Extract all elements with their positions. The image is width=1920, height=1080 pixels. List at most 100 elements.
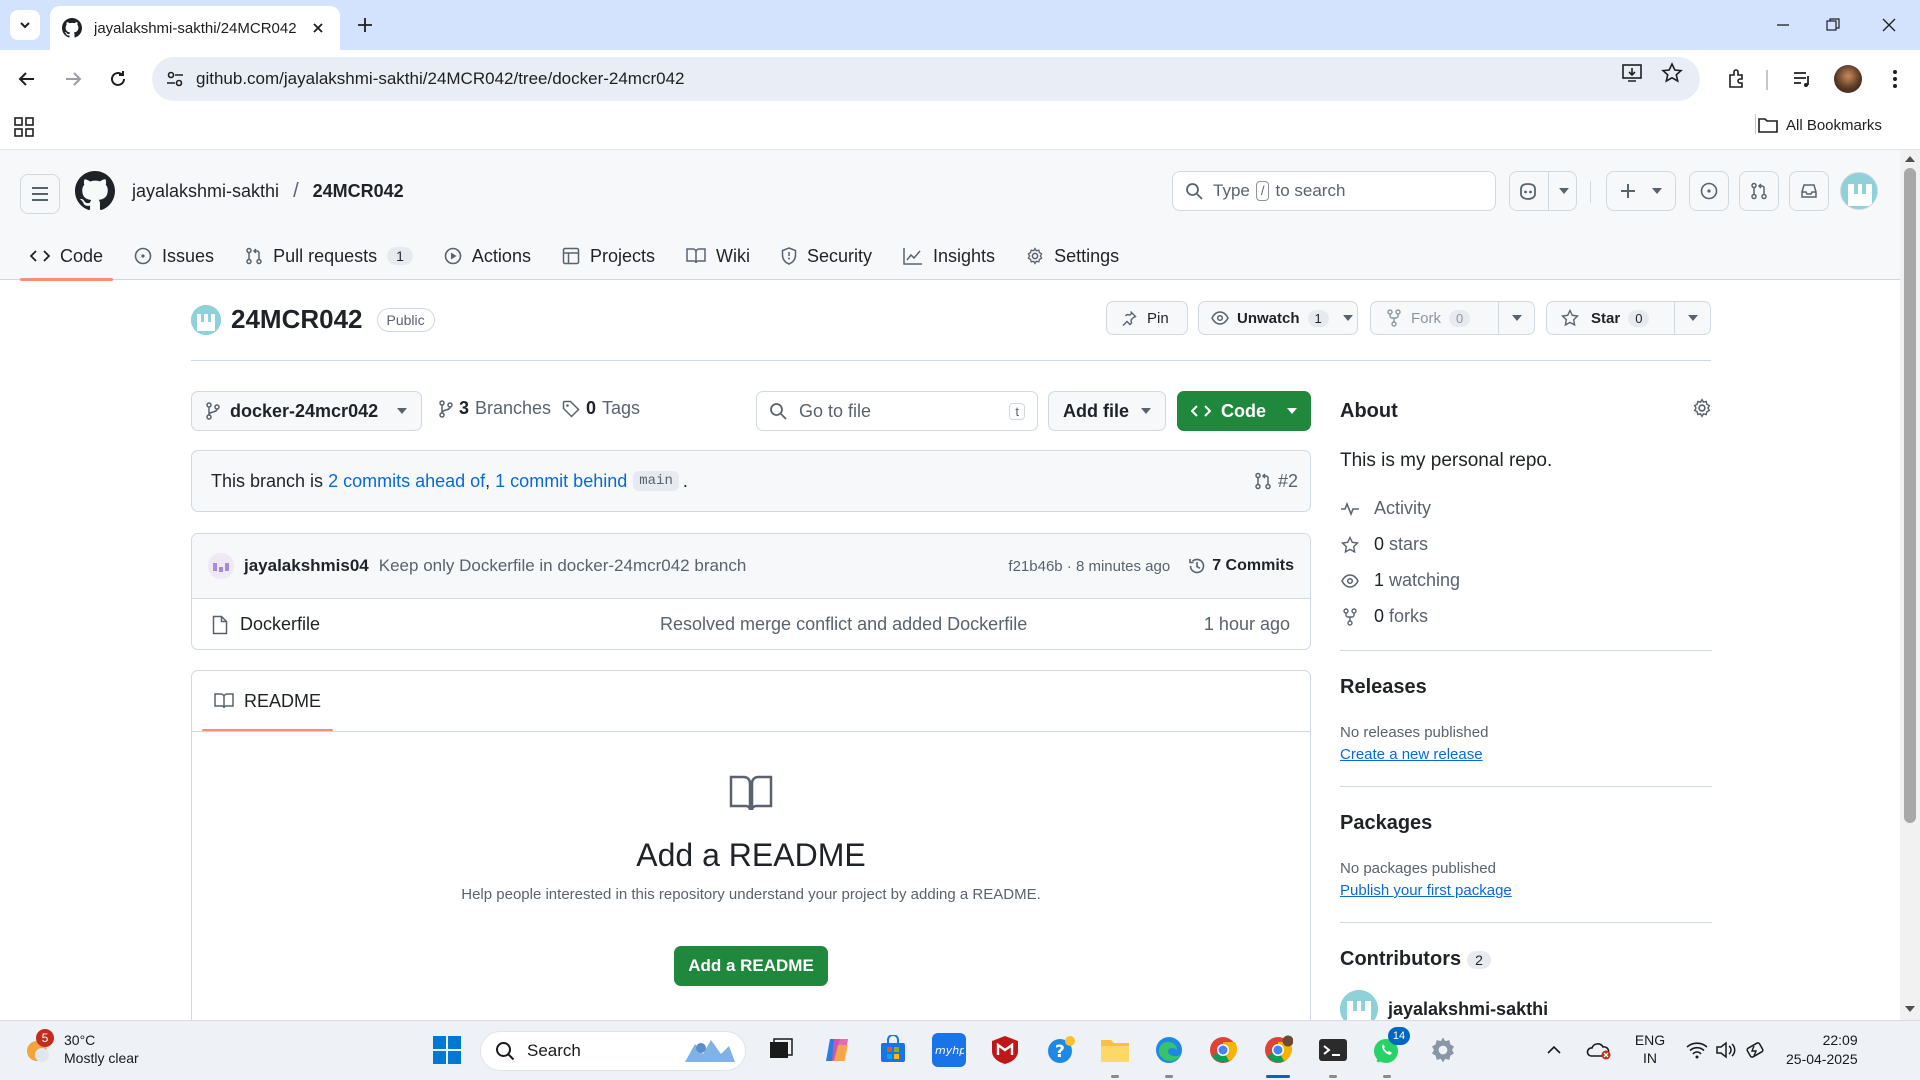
- table-row[interactable]: Dockerfile Resolved merge conflict and a…: [192, 599, 1310, 649]
- chrome-profile-app-icon[interactable]: [1261, 1033, 1295, 1067]
- activity-link[interactable]: Activity: [1340, 498, 1431, 519]
- chrome-profile-avatar[interactable]: [1834, 65, 1862, 93]
- tags-link[interactable]: 0 Tags: [562, 398, 640, 419]
- edge-icon[interactable]: [1152, 1033, 1186, 1067]
- tab-code[interactable]: Code: [20, 232, 114, 281]
- tab-security[interactable]: Security: [771, 232, 882, 280]
- forward-arrow-icon[interactable]: [58, 64, 88, 94]
- tab-search-button[interactable]: [10, 10, 40, 40]
- branches-link[interactable]: 3 Branches: [439, 398, 551, 419]
- volume-icon[interactable]: [1713, 1033, 1739, 1067]
- pin-button[interactable]: Pin: [1106, 301, 1188, 335]
- star-button[interactable]: Star 0: [1546, 301, 1711, 335]
- watching-link[interactable]: 1 watching: [1340, 570, 1460, 591]
- file-name[interactable]: Dockerfile: [240, 614, 660, 635]
- inbox-button[interactable]: [1789, 171, 1829, 211]
- github-search-input[interactable]: Type / to search: [1172, 171, 1496, 211]
- restore-icon[interactable]: [1820, 12, 1846, 38]
- github-logo-icon[interactable]: [75, 171, 115, 211]
- site-info-icon[interactable]: [164, 68, 186, 90]
- file-commit-message[interactable]: Resolved merge conflict and added Docker…: [660, 614, 1204, 635]
- issues-header-button[interactable]: [1689, 171, 1729, 211]
- tab-insights[interactable]: Insights: [893, 232, 1005, 280]
- settings-icon[interactable]: [1426, 1033, 1460, 1067]
- minimize-icon[interactable]: [1770, 12, 1796, 38]
- create-release-link[interactable]: Create a new release: [1340, 746, 1483, 763]
- tray-chevron-up-icon[interactable]: [1544, 1033, 1564, 1067]
- commit-author[interactable]: jayalakshmis04: [244, 556, 369, 576]
- contributor-name[interactable]: jayalakshmi-sakthi: [1388, 999, 1548, 1020]
- gear-icon[interactable]: [1692, 398, 1712, 418]
- commit-author-avatar[interactable]: [208, 553, 234, 579]
- new-tab-icon[interactable]: [352, 12, 378, 38]
- back-arrow-icon[interactable]: [12, 64, 42, 94]
- repo-name[interactable]: 24MCR042: [231, 304, 363, 335]
- commits-behind-link[interactable]: 1 commit behind: [495, 471, 627, 492]
- extensions-icon[interactable]: [1722, 64, 1752, 94]
- add-file-button[interactable]: Add file: [1048, 391, 1166, 431]
- scrollbar-thumb[interactable]: [1904, 168, 1916, 823]
- taskbar-search[interactable]: Search: [480, 1031, 746, 1071]
- close-window-icon[interactable]: [1876, 12, 1902, 38]
- readme-tab[interactable]: README: [202, 671, 334, 732]
- pull-requests-header-button[interactable]: [1739, 171, 1779, 211]
- forks-link[interactable]: 0 forks: [1340, 606, 1428, 627]
- contributors-title[interactable]: Contributors 2: [1340, 948, 1491, 971]
- releases-title[interactable]: Releases: [1340, 676, 1427, 699]
- tab-settings[interactable]: Settings: [1016, 232, 1129, 280]
- terminal-icon[interactable]: [1316, 1033, 1350, 1067]
- all-bookmarks-button[interactable]: All Bookmarks: [1758, 112, 1882, 138]
- bookmark-star-icon[interactable]: [1660, 61, 1684, 85]
- code-dropdown-button[interactable]: Code: [1177, 391, 1311, 431]
- commits-history-link[interactable]: 7 Commits: [1188, 557, 1294, 575]
- scroll-up-icon[interactable]: [1904, 155, 1916, 163]
- star-dropdown[interactable]: [1674, 302, 1710, 334]
- copilot-app-icon[interactable]: [820, 1033, 854, 1067]
- windows-start-icon[interactable]: [432, 1035, 462, 1065]
- system-clock[interactable]: 22:09 25-04-2025: [1786, 1031, 1858, 1069]
- go-to-file-input[interactable]: Go to file t: [756, 391, 1038, 431]
- scroll-down-icon[interactable]: [1904, 1005, 1916, 1013]
- fork-dropdown[interactable]: [1498, 302, 1534, 334]
- myhp-icon[interactable]: myhp: [932, 1033, 966, 1067]
- tab-wiki[interactable]: Wiki: [676, 232, 760, 280]
- user-avatar[interactable]: [1840, 172, 1878, 210]
- repo-owner-avatar[interactable]: [191, 304, 221, 335]
- file-explorer-icon[interactable]: [1098, 1033, 1132, 1067]
- commits-ahead-link[interactable]: 2 commits ahead of: [328, 471, 485, 492]
- address-bar[interactable]: github.com/jayalakshmi-sakthi/24MCR042/t…: [152, 57, 1700, 101]
- media-controls-icon[interactable]: [1787, 64, 1817, 94]
- create-new-button[interactable]: [1606, 171, 1676, 211]
- onedrive-icon[interactable]: [1584, 1033, 1614, 1067]
- copilot-button[interactable]: [1509, 171, 1577, 211]
- microsoft-store-icon[interactable]: [876, 1033, 910, 1067]
- unwatch-button[interactable]: Unwatch 1: [1198, 301, 1358, 335]
- tab-actions[interactable]: Actions: [434, 232, 541, 280]
- tab-projects[interactable]: Projects: [552, 232, 665, 280]
- reload-icon[interactable]: [103, 64, 133, 94]
- weather-widget[interactable]: 5 30°C Mostly clear: [22, 1029, 139, 1067]
- chrome-icon[interactable]: [1206, 1033, 1240, 1067]
- help-icon[interactable]: ?: [1044, 1033, 1078, 1067]
- breadcrumb-owner[interactable]: jayalakshmi-sakthi: [132, 181, 279, 202]
- pull-request-reference[interactable]: #2: [1254, 471, 1298, 492]
- tab-pull-requests[interactable]: Pull requests 1: [235, 232, 423, 280]
- browser-tab-active[interactable]: jayalakshmi-sakthi/24MCR042 a: [50, 6, 340, 50]
- packages-title[interactable]: Packages: [1340, 812, 1432, 835]
- add-readme-button[interactable]: Add a README: [674, 946, 828, 986]
- commit-sha-time[interactable]: f21b46b · 8 minutes ago: [1008, 558, 1170, 575]
- fork-button[interactable]: Fork 0: [1370, 301, 1535, 335]
- base-branch-pill[interactable]: main: [633, 471, 679, 491]
- breadcrumb-repo[interactable]: 24MCR042: [313, 181, 404, 202]
- install-app-icon[interactable]: [1620, 61, 1644, 85]
- menu-hamburger-icon[interactable]: [20, 174, 60, 214]
- publish-package-link[interactable]: Publish your first package: [1340, 882, 1512, 899]
- wifi-icon[interactable]: [1684, 1033, 1710, 1067]
- battery-icon[interactable]: [1743, 1033, 1769, 1067]
- whatsapp-icon[interactable]: 14: [1370, 1027, 1410, 1067]
- stars-link[interactable]: 0 stars: [1340, 534, 1428, 555]
- apps-grid-icon[interactable]: [14, 117, 34, 137]
- task-view-icon[interactable]: [764, 1033, 798, 1067]
- mcafee-icon[interactable]: [988, 1033, 1022, 1067]
- chrome-menu-icon[interactable]: [1880, 64, 1910, 94]
